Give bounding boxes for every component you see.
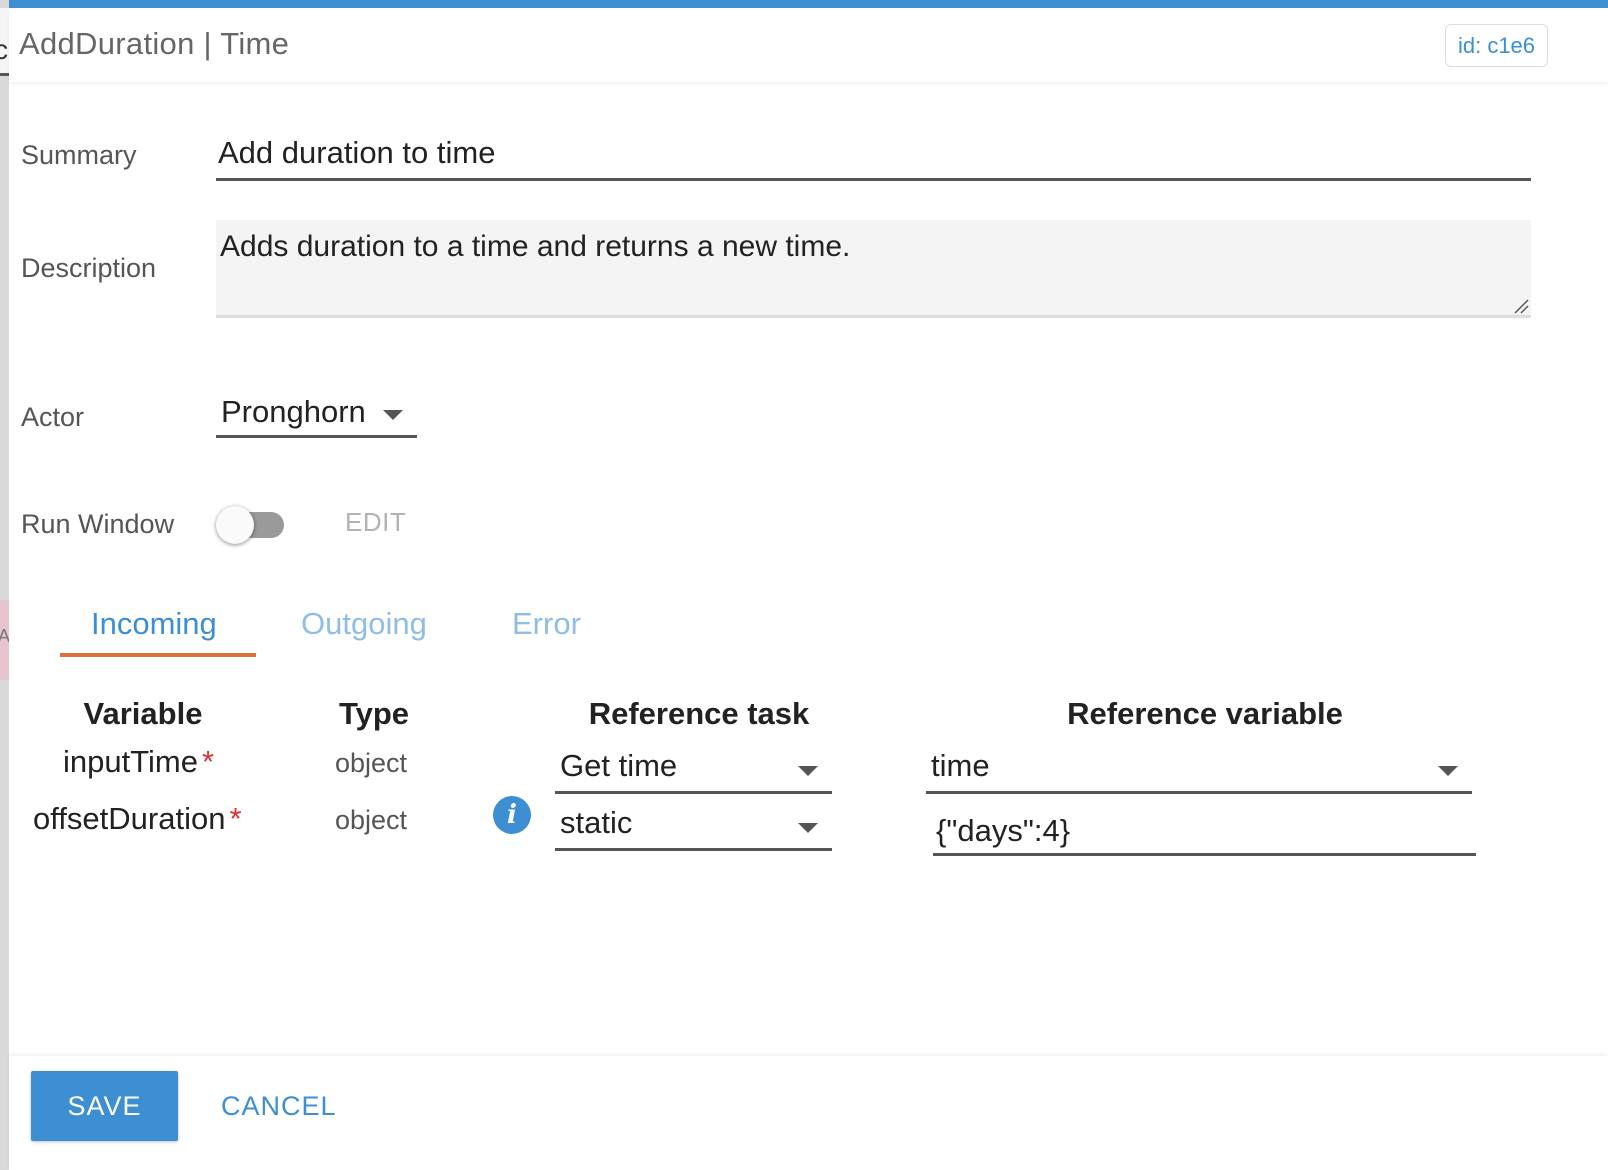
- variable-name-text: inputTime: [63, 744, 198, 779]
- dialog-title: AddDuration | Time: [19, 26, 290, 61]
- info-icon[interactable]: i: [493, 796, 531, 834]
- actor-select[interactable]: Pronghorn: [216, 386, 417, 438]
- reference-task-value: Get time: [560, 748, 678, 783]
- tab-error[interactable]: Error: [512, 606, 581, 642]
- resize-grip-icon[interactable]: [1513, 298, 1529, 314]
- required-marker: *: [201, 744, 215, 779]
- tab-incoming[interactable]: Incoming: [91, 606, 217, 642]
- actor-label: Actor: [21, 402, 85, 432]
- variable-name: offsetDuration *: [33, 801, 242, 837]
- chevron-down-icon: [798, 823, 818, 833]
- save-button[interactable]: SAVE: [31, 1071, 178, 1141]
- background-fragment: c: [0, 8, 9, 76]
- description-textarea[interactable]: Adds duration to a time and returns a ne…: [216, 220, 1531, 318]
- column-header-type: Type: [338, 696, 410, 731]
- reference-variable-select[interactable]: time: [926, 742, 1472, 794]
- summary-input[interactable]: [216, 126, 1531, 181]
- reference-task-select[interactable]: static: [555, 799, 832, 851]
- required-marker: *: [229, 801, 242, 836]
- summary-label: Summary: [21, 140, 137, 170]
- actor-select-value: Pronghorn: [221, 394, 366, 429]
- variable-tabs: Incoming Outgoing Error: [60, 598, 660, 658]
- chevron-down-icon: [798, 766, 818, 776]
- column-header-variable: Variable: [83, 696, 203, 731]
- dialog-header: AddDuration | Time id: c1e6: [9, 8, 1608, 82]
- variable-name: inputTime *: [63, 744, 214, 780]
- variable-name-text: offsetDuration: [33, 801, 226, 836]
- static-value-input[interactable]: [933, 804, 1476, 856]
- run-window-label: Run Window: [21, 509, 175, 539]
- column-header-reference-variable: Reference variable: [1067, 696, 1343, 731]
- chevron-down-icon: [383, 410, 403, 420]
- task-id-badge: id: c1e6: [1445, 24, 1548, 67]
- run-window-edit-button[interactable]: EDIT: [345, 507, 406, 538]
- reference-task-select[interactable]: Get time: [555, 742, 832, 794]
- column-header-reference-task: Reference task: [588, 696, 810, 731]
- variable-type: object: [335, 748, 408, 778]
- chevron-down-icon: [1438, 766, 1458, 776]
- toggle-knob: [216, 506, 254, 544]
- task-edit-dialog: AddDuration | Time id: c1e6 Summary Desc…: [9, 0, 1608, 1170]
- variable-type: object: [335, 805, 408, 835]
- description-label: Description: [21, 253, 157, 283]
- reference-task-value: static: [560, 805, 633, 840]
- reference-variable-value: time: [931, 748, 990, 783]
- dialog-footer: SAVE CANCEL: [9, 1056, 1608, 1170]
- tab-outgoing[interactable]: Outgoing: [301, 606, 427, 642]
- run-window-toggle[interactable]: [216, 506, 286, 544]
- background-node-fragment: A: [0, 600, 10, 680]
- active-tab-indicator: [60, 653, 256, 657]
- cancel-button[interactable]: CANCEL: [221, 1071, 337, 1141]
